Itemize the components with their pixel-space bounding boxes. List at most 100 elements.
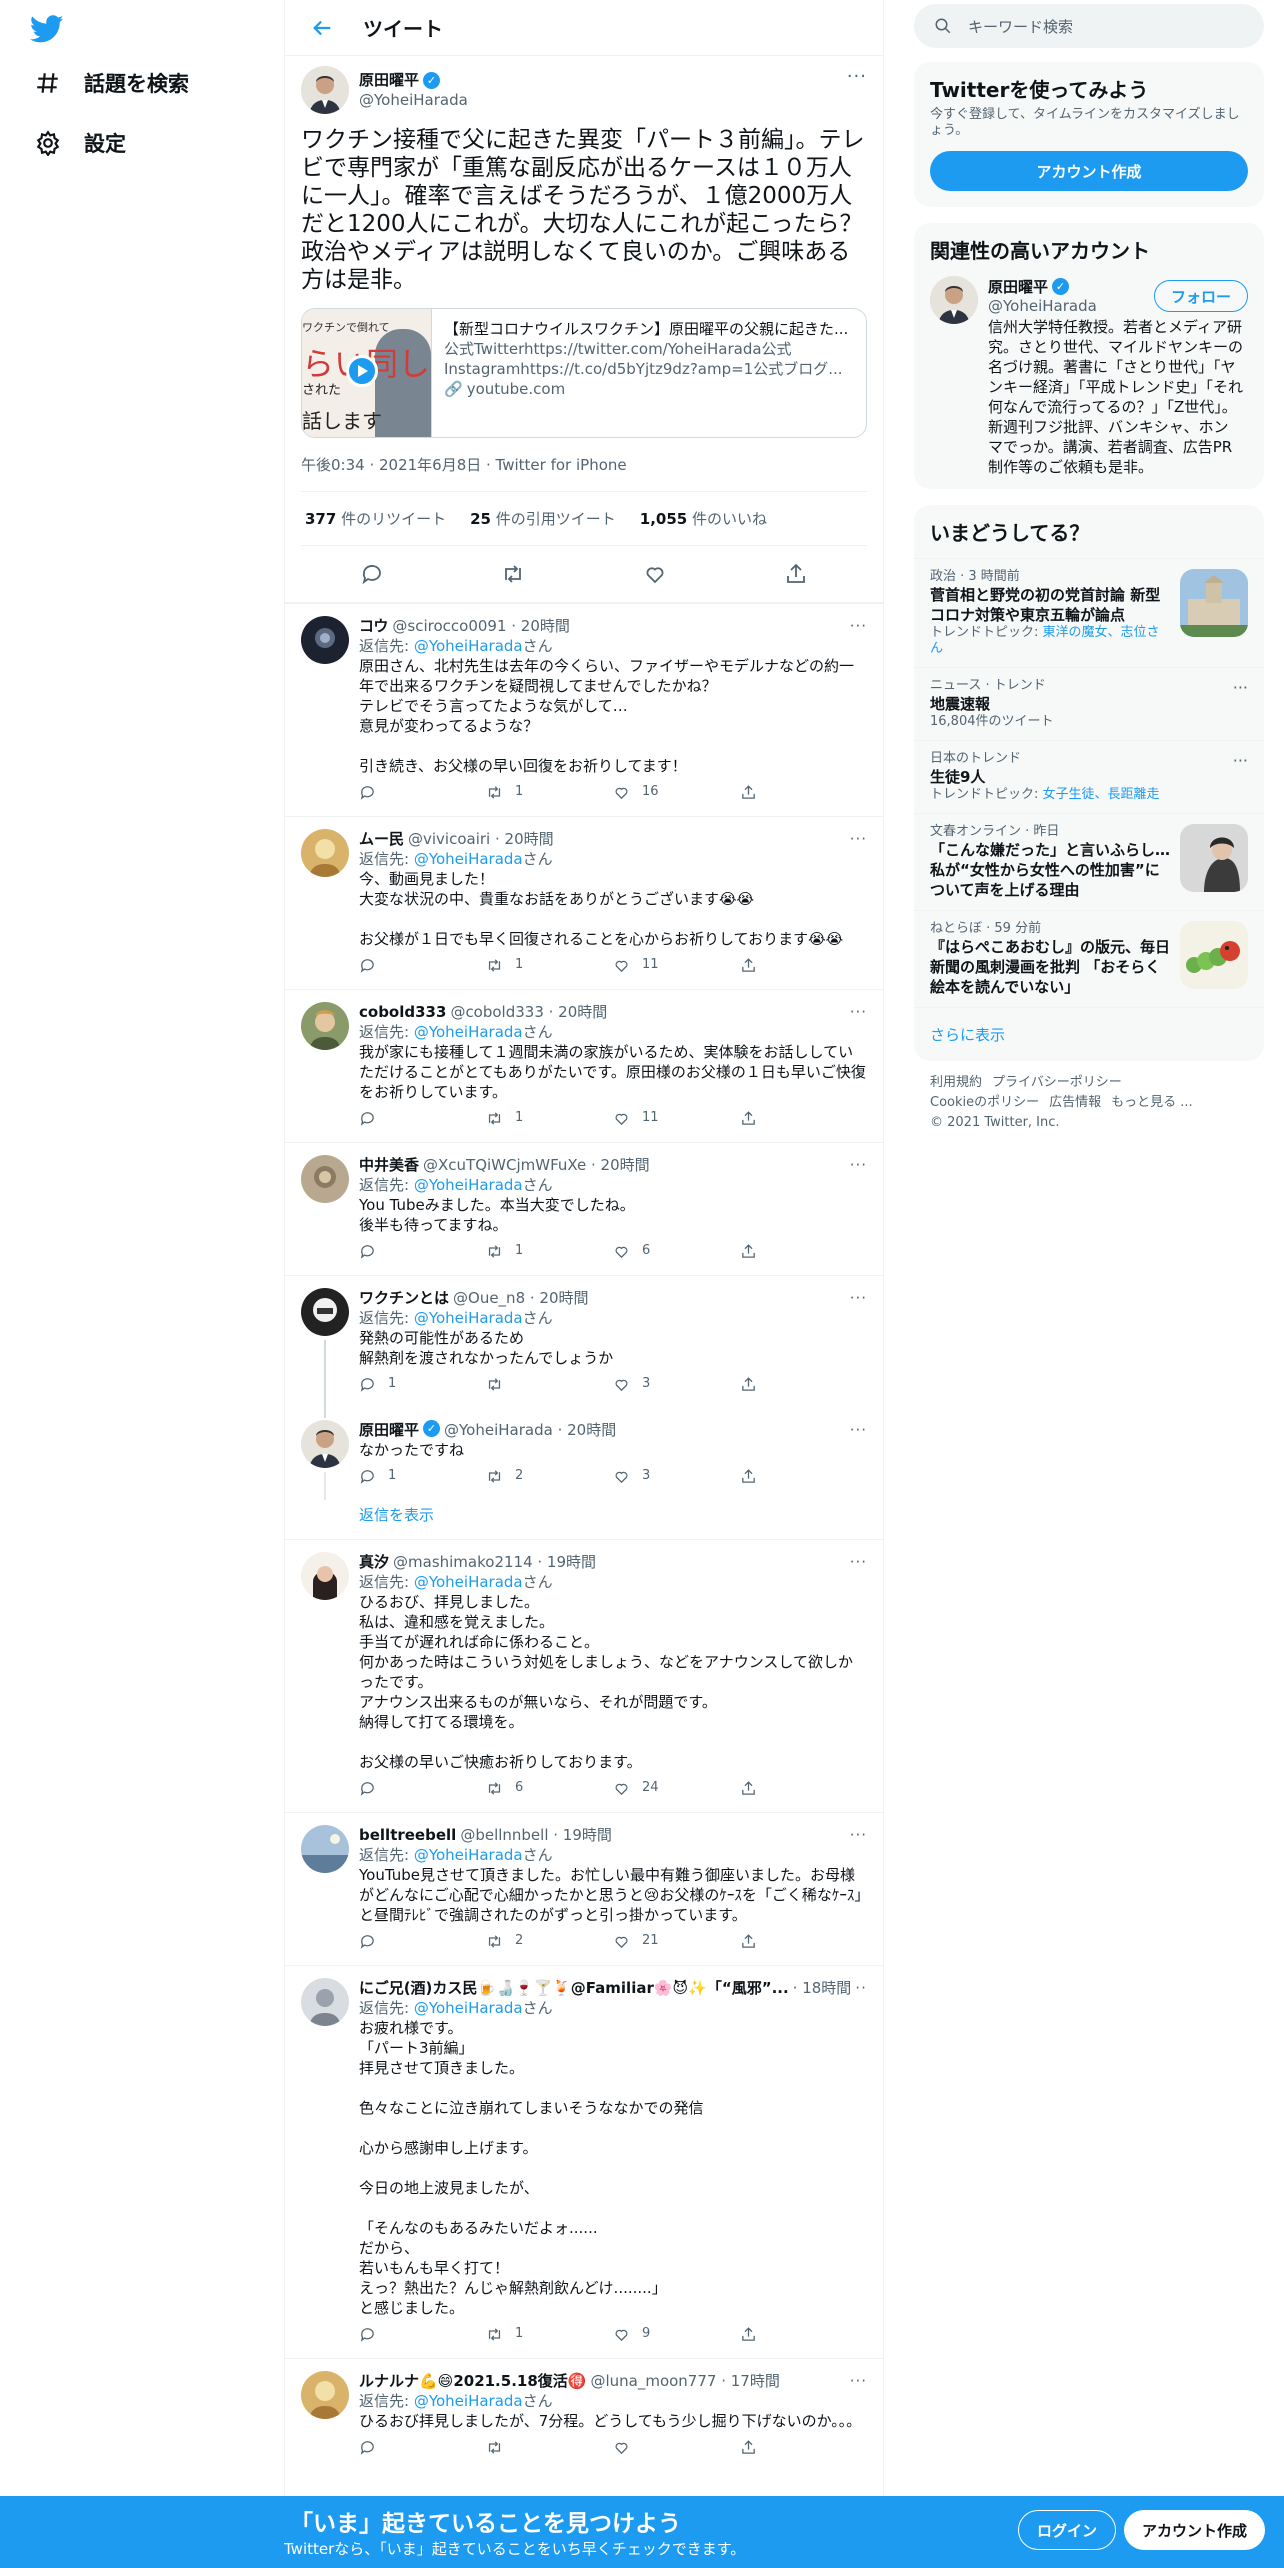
reply-to-link[interactable]: @YoheiHarada (414, 1309, 523, 1327)
trend-item[interactable]: ニュース · トレンド 地震速報 16,804件のツイート ··· (914, 667, 1264, 740)
reply-to-link[interactable]: @YoheiHarada (414, 637, 523, 655)
more-options-icon[interactable]: ··· (850, 1002, 867, 1022)
trend-item[interactable]: 政治 · 3 時間前 菅首相と野党の初の党首討論 新型コロナ対策や東京五輪が論点… (914, 558, 1264, 667)
share-button[interactable] (740, 1376, 867, 1393)
like-button[interactable]: 21 (613, 1931, 740, 1951)
like-button[interactable]: 9 (613, 2324, 740, 2344)
reply-tweet[interactable]: 真汐 @mashimako2114 · 19時間 ··· 返信先: @YoheiH… (285, 1539, 883, 1812)
retweet-button[interactable] (486, 2439, 613, 2456)
show-replies-link[interactable]: 返信を表示 (285, 1500, 883, 1539)
reply-tweet[interactable]: 中井美香 @XcuTQiWCjmWFuXe · 20時間 ··· 返信先: @Yo… (285, 1142, 883, 1275)
retweet-button[interactable]: 1 (486, 2324, 613, 2344)
trend-item[interactable]: 日本のトレンド 生徒9人 トレンドトピック: 女子生徒、長距離走 ··· (914, 740, 1264, 813)
reply-button[interactable] (359, 1780, 486, 1797)
share-button[interactable] (740, 1468, 867, 1485)
show-more-link[interactable]: さらに表示 (914, 1007, 1264, 1061)
avatar[interactable] (301, 1288, 349, 1336)
reply-tweet[interactable]: にご兄(酒)カス民🍺🍶🍷🍸🍹@Familiar🌸😈✨「“風邪”... · 18時間… (285, 1965, 883, 2358)
more-options-icon[interactable]: ··· (850, 1420, 867, 1440)
video-thumbnail[interactable]: ワクチンで倒れて らい同し された 話します (302, 309, 432, 437)
footer-link[interactable]: Cookieのポリシー (930, 1095, 1039, 1110)
footer-link[interactable]: プライバシーポリシー (992, 1075, 1122, 1090)
author-name[interactable]: 原田曜平 (359, 70, 419, 90)
reply-button[interactable] (359, 1110, 486, 1127)
reply-to-link[interactable]: @YoheiHarada (414, 1023, 523, 1041)
reply-meta[interactable]: @bellnnbell · 19時間 (460, 1825, 612, 1845)
trend-topic-link[interactable]: 女子生徒、長距離走 (1043, 787, 1160, 802)
share-icon[interactable] (784, 562, 808, 586)
retweet-icon[interactable] (501, 562, 525, 586)
avatar[interactable] (930, 276, 978, 324)
retweet-button[interactable]: 1 (486, 782, 613, 802)
reply-tweet[interactable]: ムー民 @vivicoairi · 20時間 ··· 返信先: @YoheiHar… (285, 816, 883, 989)
more-options-icon[interactable]: ··· (850, 1552, 867, 1572)
avatar[interactable] (301, 1978, 349, 2026)
reply-tweet[interactable]: belltreebell @bellnnbell · 19時間 ··· 返信先: … (285, 1812, 883, 1965)
reply-button[interactable] (359, 784, 486, 801)
back-arrow-icon[interactable] (305, 11, 339, 45)
footer-link[interactable]: 広告情報 (1049, 1095, 1101, 1110)
nav-explore[interactable]: 話題を検索 (34, 68, 189, 98)
retweet-button[interactable]: 6 (486, 1778, 613, 1798)
reply-button[interactable] (359, 1243, 486, 1260)
avatar[interactable] (301, 616, 349, 664)
reply-author-name[interactable]: 真汐 (359, 1552, 389, 1572)
like-button[interactable]: 3 (613, 1466, 740, 1486)
reply-author-name[interactable]: コウ (359, 616, 388, 636)
reply-tweet[interactable]: コウ @scirocco0091 · 20時間 ··· 返信先: @YoheiHa… (285, 603, 883, 816)
login-button[interactable]: ログイン (1018, 2510, 1117, 2550)
like-button[interactable]: 6 (613, 1241, 740, 1261)
more-options-icon[interactable]: ··· (850, 2371, 867, 2391)
retweet-button[interactable]: 2 (486, 1466, 613, 1486)
nav-settings[interactable]: 設定 (34, 128, 126, 158)
reply-button[interactable] (359, 2439, 486, 2456)
reply-meta[interactable]: @luna_moon777 · 17時間 (590, 2371, 779, 2391)
share-button[interactable] (740, 2326, 867, 2343)
retweet-button[interactable]: 2 (486, 1931, 613, 1951)
reply-tweet[interactable]: ルナルナ💪😄2021.5.18復活🉐 @luna_moon777 · 17時間 ·… (285, 2358, 883, 2471)
avatar[interactable] (301, 1155, 349, 1203)
retweet-button[interactable]: 1 (486, 955, 613, 975)
reply-to-link[interactable]: @YoheiHarada (414, 1573, 523, 1591)
reply-author-name[interactable]: 中井美香 (359, 1155, 419, 1175)
quote-stat[interactable]: 25 件の引用ツイート (470, 508, 616, 529)
more-options-icon[interactable]: ··· (850, 829, 867, 849)
avatar[interactable] (301, 1552, 349, 1600)
retweet-button[interactable]: 1 (486, 1108, 613, 1128)
reply-to-link[interactable]: @YoheiHarada (414, 2392, 523, 2410)
more-options-icon[interactable]: ··· (1233, 751, 1248, 770)
share-button[interactable] (740, 1243, 867, 1260)
more-options-icon[interactable]: ··· (855, 1978, 867, 1998)
avatar[interactable] (301, 2371, 349, 2419)
more-options-icon[interactable]: ··· (850, 1288, 867, 1308)
reply-to-link[interactable]: @YoheiHarada (414, 850, 523, 868)
reply-meta[interactable]: @scirocco0091 · 20時間 (392, 616, 569, 636)
reply-meta[interactable]: @vivicoairi · 20時間 (408, 829, 554, 849)
reply-to-link[interactable]: @YoheiHarada (414, 1176, 523, 1194)
share-button[interactable] (740, 2439, 867, 2456)
reply-tweet[interactable]: ワクチンとは @Oue_n8 · 20時間 ··· 返信先: @YoheiHara… (285, 1275, 883, 1408)
tweet-timestamp[interactable]: 午後0:34 · 2021年6月8日 · Twitter for iPhone (301, 454, 867, 492)
share-button[interactable] (740, 1780, 867, 1797)
like-button[interactable]: 24 (613, 1778, 740, 1798)
like-button[interactable]: 3 (613, 1374, 740, 1394)
reply-icon[interactable] (360, 562, 384, 586)
reply-button[interactable]: 1 (359, 1466, 486, 1486)
reply-author-name[interactable]: ワクチンとは (359, 1288, 449, 1308)
reply-meta[interactable]: @mashimako2114 · 19時間 (393, 1552, 596, 1572)
reply-meta[interactable]: @Oue_n8 · 20時間 (453, 1288, 588, 1308)
avatar[interactable] (301, 829, 349, 877)
like-button[interactable]: 11 (613, 1108, 740, 1128)
reply-button[interactable]: 1 (359, 1374, 486, 1394)
reply-to-link[interactable]: @YoheiHarada (414, 1846, 523, 1864)
like-button[interactable]: 11 (613, 955, 740, 975)
reply-button[interactable] (359, 2326, 486, 2343)
related-name[interactable]: 原田曜平 (988, 276, 1048, 297)
reply-meta[interactable]: · 18時間 (793, 1978, 852, 1998)
reply-to-link[interactable]: @YoheiHarada (414, 1999, 523, 2017)
like-button[interactable]: 16 (613, 782, 740, 802)
trend-item[interactable]: ねとらぼ · 59 分前 『はらぺこあおむし』の版元、毎日新聞の風刺漫画を批判 … (914, 910, 1264, 1007)
reply-meta[interactable]: @XcuTQiWCjmWFuXe · 20時間 (423, 1155, 650, 1175)
like-icon[interactable] (643, 562, 667, 586)
more-options-icon[interactable]: ··· (850, 1825, 867, 1845)
